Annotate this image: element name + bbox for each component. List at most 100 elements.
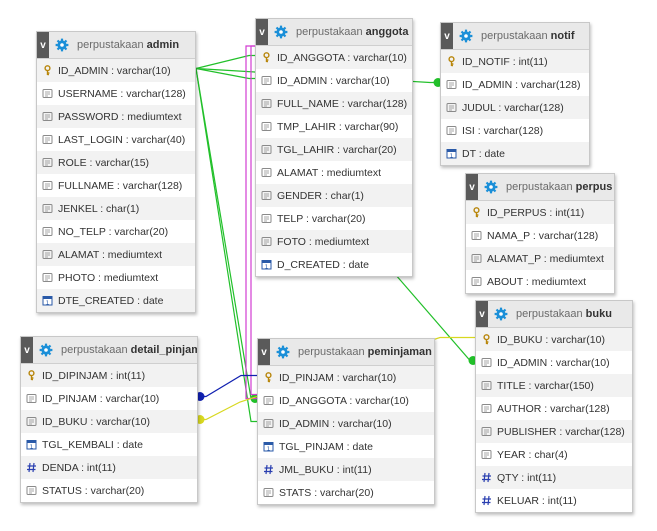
column-row[interactable]: ID_PERPUS : int(11): [466, 201, 614, 224]
column-row[interactable]: 1 TGL_PINJAM : date: [258, 435, 434, 458]
table-name: notif: [550, 30, 575, 42]
column-row[interactable]: GENDER : char(1): [256, 184, 412, 207]
column-label: FOTO : mediumtext: [277, 235, 369, 248]
column-row[interactable]: TITLE : varchar(150): [476, 374, 632, 397]
column-row[interactable]: NAMA_P : varchar(128): [466, 224, 614, 247]
column-row[interactable]: STATS : varchar(20): [258, 481, 434, 504]
gear-icon[interactable]: [459, 29, 473, 43]
column-row[interactable]: ID_BUKU : varchar(10): [21, 410, 197, 433]
column-row[interactable]: STATUS : varchar(20): [21, 479, 197, 502]
column-label: FULLNAME : varchar(128): [58, 179, 183, 192]
collapse-toggle[interactable]: v: [21, 337, 33, 363]
database-name: perpustakaan: [77, 39, 144, 51]
column-row[interactable]: DENDA : int(11): [21, 456, 197, 479]
column-row[interactable]: ABOUT : mediumtext: [466, 270, 614, 293]
collapse-toggle[interactable]: v: [37, 32, 49, 58]
column-row[interactable]: USERNAME : varchar(128): [37, 82, 195, 105]
table-buku[interactable]: v perpustakaan buku ID_BUKU : varchar(10) ID…: [475, 300, 633, 513]
column-row[interactable]: TGL_LAHIR : varchar(20): [256, 138, 412, 161]
column-label: TGL_LAHIR : varchar(20): [277, 143, 397, 156]
collapse-toggle[interactable]: v: [258, 339, 270, 365]
column-row[interactable]: QTY : int(11): [476, 466, 632, 489]
column-row[interactable]: YEAR : char(4): [476, 443, 632, 466]
gear-icon[interactable]: [484, 180, 498, 194]
table-header[interactable]: v perpustakaan buku: [476, 301, 632, 328]
column-row[interactable]: TMP_LAHIR : varchar(90): [256, 115, 412, 138]
column-row[interactable]: 1 DTE_CREATED : date: [37, 289, 195, 312]
table-anggota[interactable]: v perpustakaan anggota ID_ANGGOTA : varchar…: [255, 18, 413, 277]
gear-icon[interactable]: [274, 25, 288, 39]
field-icon: [42, 180, 53, 191]
collapse-toggle[interactable]: v: [476, 301, 488, 327]
gear-icon[interactable]: [494, 307, 508, 321]
column-row[interactable]: ID_PINJAM : varchar(10): [21, 387, 197, 410]
table-perpus[interactable]: v perpustakaan perpus ID_PERPUS : int(11) NA…: [465, 173, 615, 294]
gear-icon[interactable]: [39, 343, 53, 357]
table-header[interactable]: v perpustakaan perpus: [466, 174, 614, 201]
column-row[interactable]: FULLNAME : varchar(128): [37, 174, 195, 197]
column-label: ISI : varchar(128): [462, 124, 544, 137]
column-row[interactable]: PHOTO : mediumtext: [37, 266, 195, 289]
column-row[interactable]: AUTHOR : varchar(128): [476, 397, 632, 420]
column-row[interactable]: ALAMAT : mediumtext: [256, 161, 412, 184]
column-row[interactable]: ALAMAT_P : mediumtext: [466, 247, 614, 270]
column-row[interactable]: PASSWORD : mediumtext: [37, 105, 195, 128]
column-label: JENKEL : char(1): [58, 202, 140, 215]
table-header[interactable]: v perpustakaan admin: [37, 32, 195, 59]
table-header[interactable]: v perpustakaan anggota: [256, 19, 412, 46]
column-label: PUBLISHER : varchar(128): [497, 425, 625, 438]
column-row[interactable]: ID_BUKU : varchar(10): [476, 328, 632, 351]
column-row[interactable]: LAST_LOGIN : varchar(40): [37, 128, 195, 151]
column-row[interactable]: ID_ADMIN : varchar(128): [441, 73, 589, 96]
column-row[interactable]: ID_DIPINJAM : int(11): [21, 364, 197, 387]
table-notif[interactable]: v perpustakaan notif ID_NOTIF : int(11) ID_A…: [440, 22, 590, 166]
column-row[interactable]: FULL_NAME : varchar(128): [256, 92, 412, 115]
column-row[interactable]: ID_ADMIN : varchar(10): [476, 351, 632, 374]
column-row[interactable]: FOTO : mediumtext: [256, 230, 412, 253]
column-row[interactable]: NO_TELP : varchar(20): [37, 220, 195, 243]
column-row[interactable]: ID_ADMIN : varchar(10): [37, 59, 195, 82]
column-label: NAMA_P : varchar(128): [487, 229, 599, 242]
column-label: TGL_KEMBALI : date: [42, 438, 143, 451]
primary-key-icon: [26, 370, 37, 381]
column-row[interactable]: 1 D_CREATED : date: [256, 253, 412, 276]
date-type-icon: 1: [261, 259, 272, 270]
column-row[interactable]: ISI : varchar(128): [441, 119, 589, 142]
column-row[interactable]: 1 TGL_KEMBALI : date: [21, 433, 197, 456]
table-header[interactable]: v perpustakaan notif: [441, 23, 589, 50]
table-header[interactable]: v perpustakaan peminjaman: [258, 339, 434, 366]
column-row[interactable]: TELP : varchar(20): [256, 207, 412, 230]
collapse-toggle[interactable]: v: [466, 174, 478, 200]
column-label: ID_ADMIN : varchar(10): [58, 64, 171, 77]
column-row[interactable]: ID_ADMIN : varchar(10): [256, 69, 412, 92]
table-header[interactable]: v perpustakaan detail_pinjam: [21, 337, 197, 364]
column-row[interactable]: ALAMAT : mediumtext: [37, 243, 195, 266]
column-row[interactable]: ROLE : varchar(15): [37, 151, 195, 174]
date-type-icon: 1: [26, 439, 37, 450]
collapse-toggle[interactable]: v: [256, 19, 268, 45]
table-detail-pinjam[interactable]: v perpustakaan detail_pinjam ID_DIPINJAM : …: [20, 336, 198, 503]
table-name: anggota: [365, 26, 409, 38]
column-row[interactable]: ID_PINJAM : varchar(10): [258, 366, 434, 389]
column-row[interactable]: KELUAR : int(11): [476, 489, 632, 512]
column-row[interactable]: ID_ANGGOTA : varchar(10): [258, 389, 434, 412]
column-row[interactable]: 1 DT : date: [441, 142, 589, 165]
field-icon: [481, 380, 492, 391]
column-row[interactable]: JUDUL : varchar(128): [441, 96, 589, 119]
table-name: detail_pinjam: [130, 344, 197, 356]
table-admin[interactable]: v perpustakaan admin ID_ADMIN : varchar(10)…: [36, 31, 196, 313]
column-label: LAST_LOGIN : varchar(40): [58, 133, 186, 146]
column-row[interactable]: JML_BUKU : int(11): [258, 458, 434, 481]
table-peminjaman[interactable]: v perpustakaan peminjaman ID_PINJAM : varch…: [257, 338, 435, 505]
gear-icon[interactable]: [276, 345, 290, 359]
column-row[interactable]: PUBLISHER : varchar(128): [476, 420, 632, 443]
column-row[interactable]: ID_ADMIN : varchar(10): [258, 412, 434, 435]
relation-line: [195, 68, 257, 400]
column-list: ID_NOTIF : int(11) ID_ADMIN : varchar(128…: [441, 50, 589, 165]
column-row[interactable]: JENKEL : char(1): [37, 197, 195, 220]
column-label: ABOUT : mediumtext: [487, 275, 587, 288]
column-row[interactable]: ID_ANGGOTA : varchar(10): [256, 46, 412, 69]
collapse-toggle[interactable]: v: [441, 23, 453, 49]
gear-icon[interactable]: [55, 38, 69, 52]
column-row[interactable]: ID_NOTIF : int(11): [441, 50, 589, 73]
